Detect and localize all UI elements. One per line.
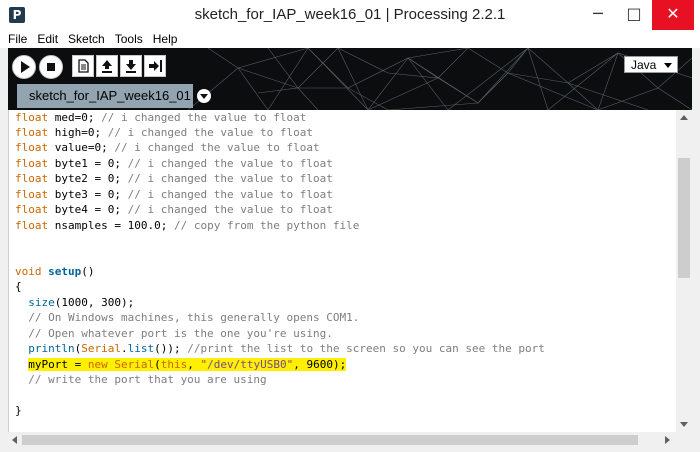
code-line: float byte3 = 0; // i changed the value … [15, 188, 333, 201]
minimize-button[interactable]: ─ [580, 0, 616, 30]
stop-button[interactable] [39, 55, 63, 79]
play-icon [21, 61, 30, 73]
vertical-scrollbar[interactable] [676, 110, 692, 432]
menu-tools[interactable]: Tools [109, 30, 147, 46]
save-button[interactable] [120, 55, 142, 77]
scroll-left-icon[interactable] [12, 436, 17, 444]
maximize-button[interactable]: □ [616, 0, 652, 30]
code-editor[interactable]: float med=0; // i changed the value to f… [8, 110, 677, 432]
mode-selector[interactable]: Java [624, 56, 678, 73]
scroll-corner [676, 432, 692, 448]
menu-sketch[interactable]: Sketch [62, 30, 109, 46]
toolbar: Java sketch_for_IAP_week16_01 [8, 48, 692, 110]
menu-help[interactable]: Help [147, 30, 182, 46]
export-icon [149, 60, 162, 72]
chevron-down-icon [200, 94, 208, 99]
export-button[interactable] [144, 55, 166, 77]
save-icon [126, 60, 136, 73]
menu-file[interactable]: File [0, 30, 31, 46]
run-button[interactable] [12, 55, 36, 79]
chevron-down-icon [664, 63, 672, 68]
code-line: // write the port that you are using [15, 373, 267, 386]
tab-sketch[interactable]: sketch_for_IAP_week16_01 [17, 84, 193, 108]
close-button[interactable]: ✕ [652, 0, 694, 30]
title-bar: P sketch_for_IAP_week16_01 | Processing … [0, 0, 700, 31]
mode-label: Java [631, 58, 657, 72]
code-line: float byte2 = 0; // i changed the value … [15, 172, 333, 185]
scroll-down-icon[interactable] [680, 422, 688, 427]
code-line: float value=0; // i changed the value to… [15, 141, 320, 154]
menu-bar: File Edit Sketch Tools Help [0, 30, 700, 48]
open-button[interactable] [96, 55, 118, 77]
vertical-scroll-thumb[interactable] [678, 158, 690, 278]
code-line: void setup() [15, 265, 95, 278]
open-icon [102, 60, 112, 73]
code-line-highlighted: myPort = new Serial(this, "/dev/ttyUSB0"… [28, 358, 347, 371]
code-line: println(Serial.list()); //print the list… [28, 342, 545, 355]
code-line: float nsamples = 100.0; // copy from the… [15, 219, 360, 232]
new-icon [78, 59, 89, 73]
code-line: { [15, 280, 22, 293]
code-line: // On Windows machines, this generally o… [15, 311, 360, 324]
code-line: float med=0; // i changed the value to f… [15, 111, 307, 124]
code-line: // Open whatever port is the one you're … [15, 327, 333, 340]
menu-edit[interactable]: Edit [31, 30, 62, 46]
code-line: float byte1 = 0; // i changed the value … [15, 157, 333, 170]
scroll-right-icon[interactable] [665, 436, 670, 444]
code-line: float high=0; // i changed the value to … [15, 126, 314, 139]
horizontal-scrollbar[interactable] [8, 432, 676, 448]
code-line: size(1000, 300); [28, 296, 135, 309]
horizontal-scroll-thumb[interactable] [22, 435, 638, 445]
code-line: float byte4 = 0; // i changed the value … [15, 203, 333, 216]
scroll-up-icon[interactable] [680, 115, 688, 120]
new-button[interactable] [72, 55, 94, 77]
tab-menu-button[interactable] [197, 89, 211, 103]
window-frame-edge [692, 48, 700, 452]
code-line: } [15, 404, 22, 417]
stop-icon [47, 63, 55, 71]
